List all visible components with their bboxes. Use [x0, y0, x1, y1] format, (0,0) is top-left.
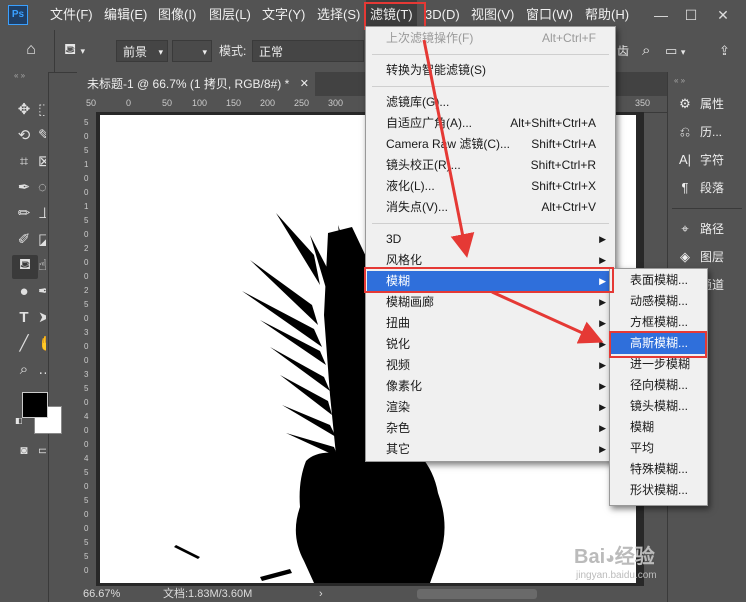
paw-icon: ◕: [605, 550, 615, 567]
watermark-url: jingyan.baidu.com: [576, 570, 657, 581]
watermark-brand-2: 经验: [614, 546, 655, 568]
watermark-brand: Bai: [574, 546, 606, 568]
baidu-watermark: Bai◕经验: [574, 540, 655, 569]
arrow-to-gaussian: [491, 290, 604, 344]
annotation-arrows: [422, 39, 604, 344]
arrow-to-blur: [422, 39, 475, 258]
